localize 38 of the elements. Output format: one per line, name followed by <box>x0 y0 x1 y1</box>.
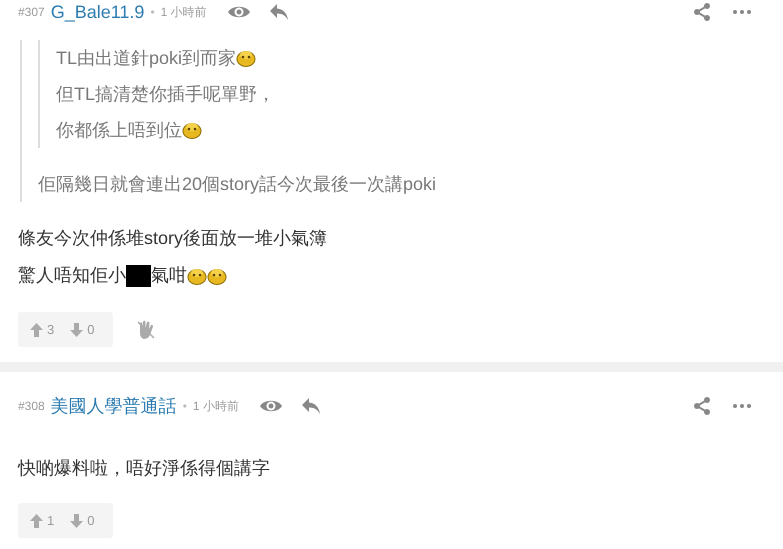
redaction-bar <box>126 264 151 286</box>
post-time: 1 小時前 <box>192 398 239 415</box>
downvote-count: 0 <box>87 320 94 339</box>
more-icon[interactable] <box>733 404 751 408</box>
emoji-icon <box>187 266 207 284</box>
post-text: 但TL搞清楚你插手呢單野， <box>56 83 276 106</box>
eye-icon[interactable] <box>258 398 283 414</box>
emoji-icon <box>182 121 202 139</box>
post-text: 驚人唔知佢小 <box>18 264 126 287</box>
post-number: #308 <box>18 398 45 415</box>
post-time: 1 小時前 <box>160 4 207 21</box>
reply-icon[interactable] <box>268 3 289 21</box>
share-icon[interactable] <box>693 2 711 22</box>
separator-dot: • <box>182 398 187 415</box>
emoji-icon <box>236 49 256 67</box>
username[interactable]: 美國人學普通話 <box>50 392 177 420</box>
upvote-icon[interactable] <box>30 322 43 336</box>
post-text: 佢隔幾日就會連出20個story話今次最後一次講poki <box>38 173 436 196</box>
post-text: 快啲爆料啦，唔好淨係得個講字 <box>18 457 270 480</box>
post-text: 你都係上唔到位 <box>56 119 182 142</box>
emoji-icon <box>207 266 227 284</box>
post-text: 條友今次仲係堆story後面放一堆小氣簿 <box>18 227 328 250</box>
username[interactable]: G_Bale11.9 <box>50 0 144 26</box>
downvote-count: 0 <box>87 512 94 530</box>
block-hand-icon[interactable] <box>137 320 155 340</box>
upvote-icon[interactable] <box>30 514 43 528</box>
more-icon[interactable] <box>733 10 751 14</box>
post-text: TL由出道針poki到而家 <box>56 47 236 70</box>
downvote-icon[interactable] <box>70 322 84 336</box>
eye-icon[interactable] <box>226 4 251 20</box>
upvote-count: 3 <box>47 320 54 339</box>
share-icon[interactable] <box>693 396 711 416</box>
reply-icon[interactable] <box>300 397 321 415</box>
post-number: #307 <box>18 4 45 21</box>
post-text: 氣咁 <box>151 264 187 287</box>
downvote-icon[interactable] <box>70 514 84 528</box>
upvote-count: 1 <box>47 512 54 530</box>
separator-dot: • <box>150 4 155 21</box>
